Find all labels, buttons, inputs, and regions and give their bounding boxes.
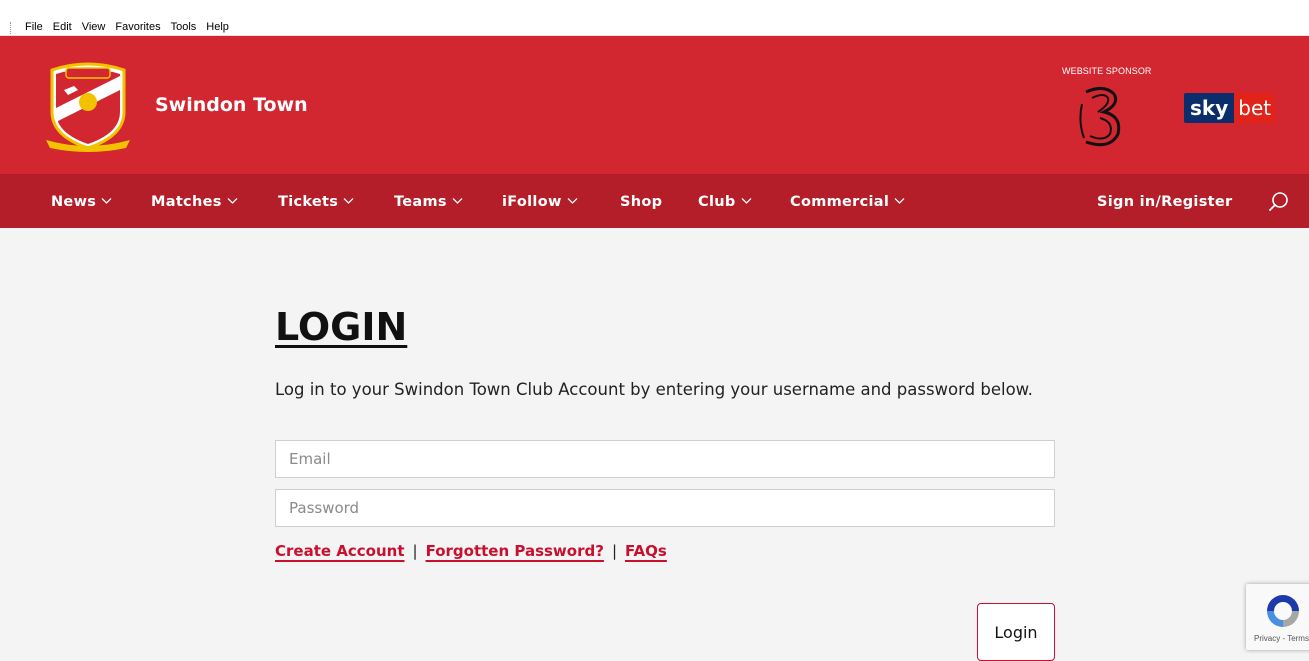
menu-favorites[interactable]: Favorites	[110, 20, 165, 34]
recaptcha-badge[interactable]: Privacy - Terms	[1246, 584, 1309, 650]
chevron-down-icon	[894, 198, 905, 204]
password-field[interactable]	[275, 489, 1055, 527]
chevron-down-icon	[343, 198, 354, 204]
skybet-sponsor-logo[interactable]: sky bet	[1184, 93, 1276, 123]
chevron-down-icon	[227, 198, 238, 204]
main-nav: News Matches Tickets Teams iFollow Shop …	[0, 174, 1309, 228]
club-name[interactable]: Swindon Town	[155, 94, 308, 116]
chevron-down-icon	[567, 198, 578, 204]
nav-news-label: News	[51, 194, 97, 210]
website-sponsor-label: WEBSITE SPONSOR	[1062, 66, 1152, 76]
nav-ifollow[interactable]: iFollow	[502, 174, 578, 228]
login-intro-text: Log in to your Swindon Town Club Account…	[275, 380, 1033, 399]
search-icon[interactable]	[1268, 191, 1290, 213]
recaptcha-icon	[1267, 595, 1299, 627]
nav-tickets[interactable]: Tickets	[278, 174, 354, 228]
browser-menubar: File Edit View Favorites Tools Help	[0, 0, 1309, 36]
nav-shop-label: Shop	[620, 194, 663, 210]
nav-commercial-label: Commercial	[790, 194, 890, 210]
nav-club-label: Club	[698, 194, 736, 210]
menu-view[interactable]: View	[77, 20, 111, 34]
nav-commercial[interactable]: Commercial	[790, 174, 905, 228]
recaptcha-privacy-terms[interactable]: Privacy - Terms	[1254, 634, 1309, 643]
account-links: Create Account | Forgotten Password? | FAQs	[275, 542, 667, 560]
email-field[interactable]	[275, 440, 1055, 478]
forgotten-password-link[interactable]: Forgotten Password?	[426, 542, 604, 560]
nav-tickets-label: Tickets	[278, 194, 339, 210]
browser-top-strip	[0, 0, 1309, 5]
nav-matches-label: Matches	[151, 194, 222, 210]
club-crest-logo[interactable]	[44, 56, 132, 152]
skybet-sky-text: sky	[1184, 93, 1235, 123]
skybet-bet-text: bet	[1234, 93, 1276, 123]
menu-help[interactable]: Help	[201, 20, 234, 34]
create-account-link[interactable]: Create Account	[275, 542, 405, 560]
nav-shop[interactable]: Shop	[620, 174, 662, 228]
menubar-items: File Edit View Favorites Tools Help	[20, 20, 234, 34]
site-header: Swindon Town WEBSITE SPONSOR sky bet	[0, 36, 1309, 174]
menubar-grip	[10, 22, 11, 34]
nav-teams-label: Teams	[394, 194, 447, 210]
nav-ifollow-label: iFollow	[502, 194, 562, 210]
faqs-link[interactable]: FAQs	[625, 542, 667, 560]
chevron-down-icon	[452, 198, 463, 204]
nav-teams[interactable]: Teams	[394, 174, 463, 228]
menu-file[interactable]: File	[20, 20, 48, 34]
chevron-down-icon	[741, 198, 751, 204]
sign-in-register-link[interactable]: Sign in/Register	[1097, 174, 1232, 228]
chevron-down-icon	[101, 198, 112, 204]
nav-club[interactable]: Club	[698, 174, 752, 228]
nav-news[interactable]: News	[51, 174, 112, 228]
menu-tools[interactable]: Tools	[166, 20, 202, 34]
link-separator: |	[611, 542, 617, 560]
page-title: LOGIN	[275, 305, 408, 349]
login-button[interactable]: Login	[977, 603, 1055, 661]
three-sponsor-logo[interactable]	[1074, 82, 1130, 152]
menu-edit[interactable]: Edit	[48, 20, 77, 34]
link-separator: |	[412, 542, 418, 560]
nav-matches[interactable]: Matches	[151, 174, 238, 228]
